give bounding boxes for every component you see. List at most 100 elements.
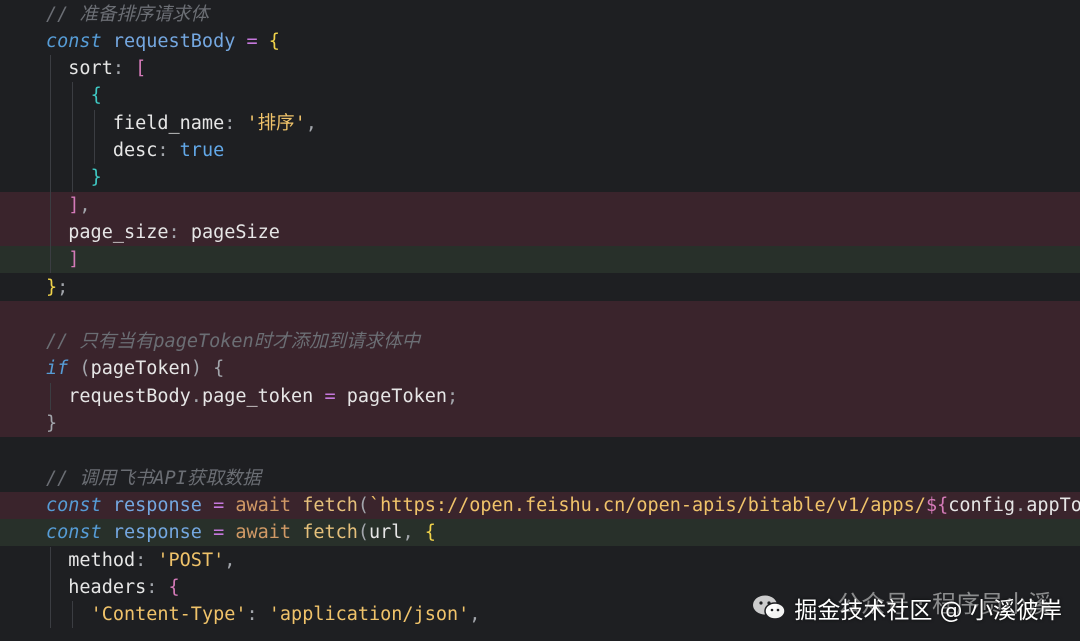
code-token: const [46,30,113,52]
code-text: ] [46,246,79,273]
code-text: method: 'POST', [46,547,235,574]
code-token: await [235,494,303,516]
code-text: requestBody.page_token = pageToken; [46,383,458,410]
code-line[interactable]: // 调用飞书API获取数据 [0,465,1080,492]
code-text: // 准备排序请求体 [46,1,209,28]
code-line[interactable]: const requestBody = { [0,28,1080,55]
code-token: requestBody [46,385,191,407]
code-token: config [948,494,1016,516]
code-token: ] [68,194,80,216]
code-line[interactable]: { [0,82,1080,110]
code-token: : [146,576,169,598]
code-token: : [246,604,269,626]
code-token: pageSize [190,221,280,243]
code-token: [ [135,58,147,80]
code-line[interactable] [0,300,1080,329]
code-token: { [90,85,102,107]
code-token: // 准备排序请求体 [46,3,209,25]
code-token: ( [357,494,370,516]
code-token: = [235,30,269,52]
code-text: // 只有当有pageToken时才添加到请求体中 [46,328,420,355]
code-token: : [168,221,191,243]
code-token: : [224,112,247,134]
code-text: headers: { [46,574,180,601]
code-token: headers [46,576,147,598]
code-line[interactable]: // 只有当有pageToken时才添加到请求体中 [0,328,1080,356]
code-token: desc [46,140,158,161]
code-text: } [46,410,57,437]
code-token: sort [46,58,113,80]
code-editor[interactable]: // 准备排序请求体 const requestBody = { sort: [ … [0,0,1080,641]
code-line[interactable]: const response = await fetch(`https://op… [0,491,1080,520]
code-text: } [46,164,102,191]
code-text: }; [46,274,68,301]
code-token: ; [447,385,459,407]
code-token: field_name [46,112,225,134]
code-token: , [402,522,425,544]
code-token: true [179,140,225,161]
code-token: response [112,522,202,544]
code-token: } [46,413,58,434]
code-line[interactable]: sort: [ [0,55,1080,83]
code-line[interactable]: field_name: '排序', [0,109,1080,137]
code-text: if (pageToken) { [46,355,224,382]
code-line[interactable]: if (pageToken) { [0,355,1080,383]
code-token: 'Content-Type' [90,604,247,626]
code-line[interactable]: desc: true [0,137,1080,165]
code-text: sort: [ [46,55,146,82]
code-text: const response = await fetch(`https://op… [46,492,1080,519]
code-text: page_size: pageSize [46,219,280,246]
code-token: pageToken [346,385,447,407]
code-line[interactable]: const response = await fetch(url, { [0,519,1080,547]
code-token: ( [357,522,370,544]
code-line[interactable]: method: 'POST', [0,546,1080,574]
code-token: requestBody [112,30,236,52]
code-token: method [46,549,136,571]
code-line[interactable]: } [0,164,1080,192]
wechat-icon [752,594,787,622]
code-text: field_name: '排序', [46,110,317,137]
code-line[interactable]: requestBody.page_token = pageToken; [0,382,1080,410]
code-token: appToken [1026,494,1080,516]
code-line[interactable]: ], [0,191,1080,219]
code-text: desc: true [46,137,224,164]
code-token: page_token [201,385,314,407]
code-token: { [168,576,180,598]
code-token: = [313,385,347,407]
code-line[interactable]: // 准备排序请求体 [0,1,1080,28]
code-line[interactable]: ] [0,246,1080,274]
code-text: const response = await fetch(url, { [46,519,436,546]
code-text: { [46,82,102,109]
code-line[interactable]: } [0,410,1080,438]
code-token: , [79,194,91,216]
code-token: = [201,522,236,544]
code-token: pageToken [90,358,191,380]
code-token: fetch [302,522,358,544]
code-text: const requestBody = { [46,28,280,55]
code-line[interactable] [0,437,1080,464]
code-token: : [157,140,180,161]
code-token: await [235,522,303,544]
code-text: ], [46,192,91,219]
code-line[interactable]: page_size: pageSize [0,218,1080,247]
code-token: . [1015,494,1027,516]
code-token: : [135,549,158,571]
code-token: ; [57,276,69,298]
code-token: { [213,358,225,380]
watermark: 掘金技术社区 @ 小溪彼岸 [752,591,1062,625]
code-token: const [46,522,113,544]
code-token: ( [68,358,91,380]
code-token: // 只有当有pageToken时才添加到请求体中 [46,331,421,353]
code-line[interactable]: }; [0,274,1080,301]
code-token: : [112,58,136,80]
code-token: { [268,30,280,52]
code-token: { [424,522,436,544]
watermark-line2: 掘金技术社区 @ 小溪彼岸 [794,598,1062,624]
code-token: 'POST' [157,549,225,571]
code-token: . [190,385,202,407]
code-token: ) [190,358,214,380]
